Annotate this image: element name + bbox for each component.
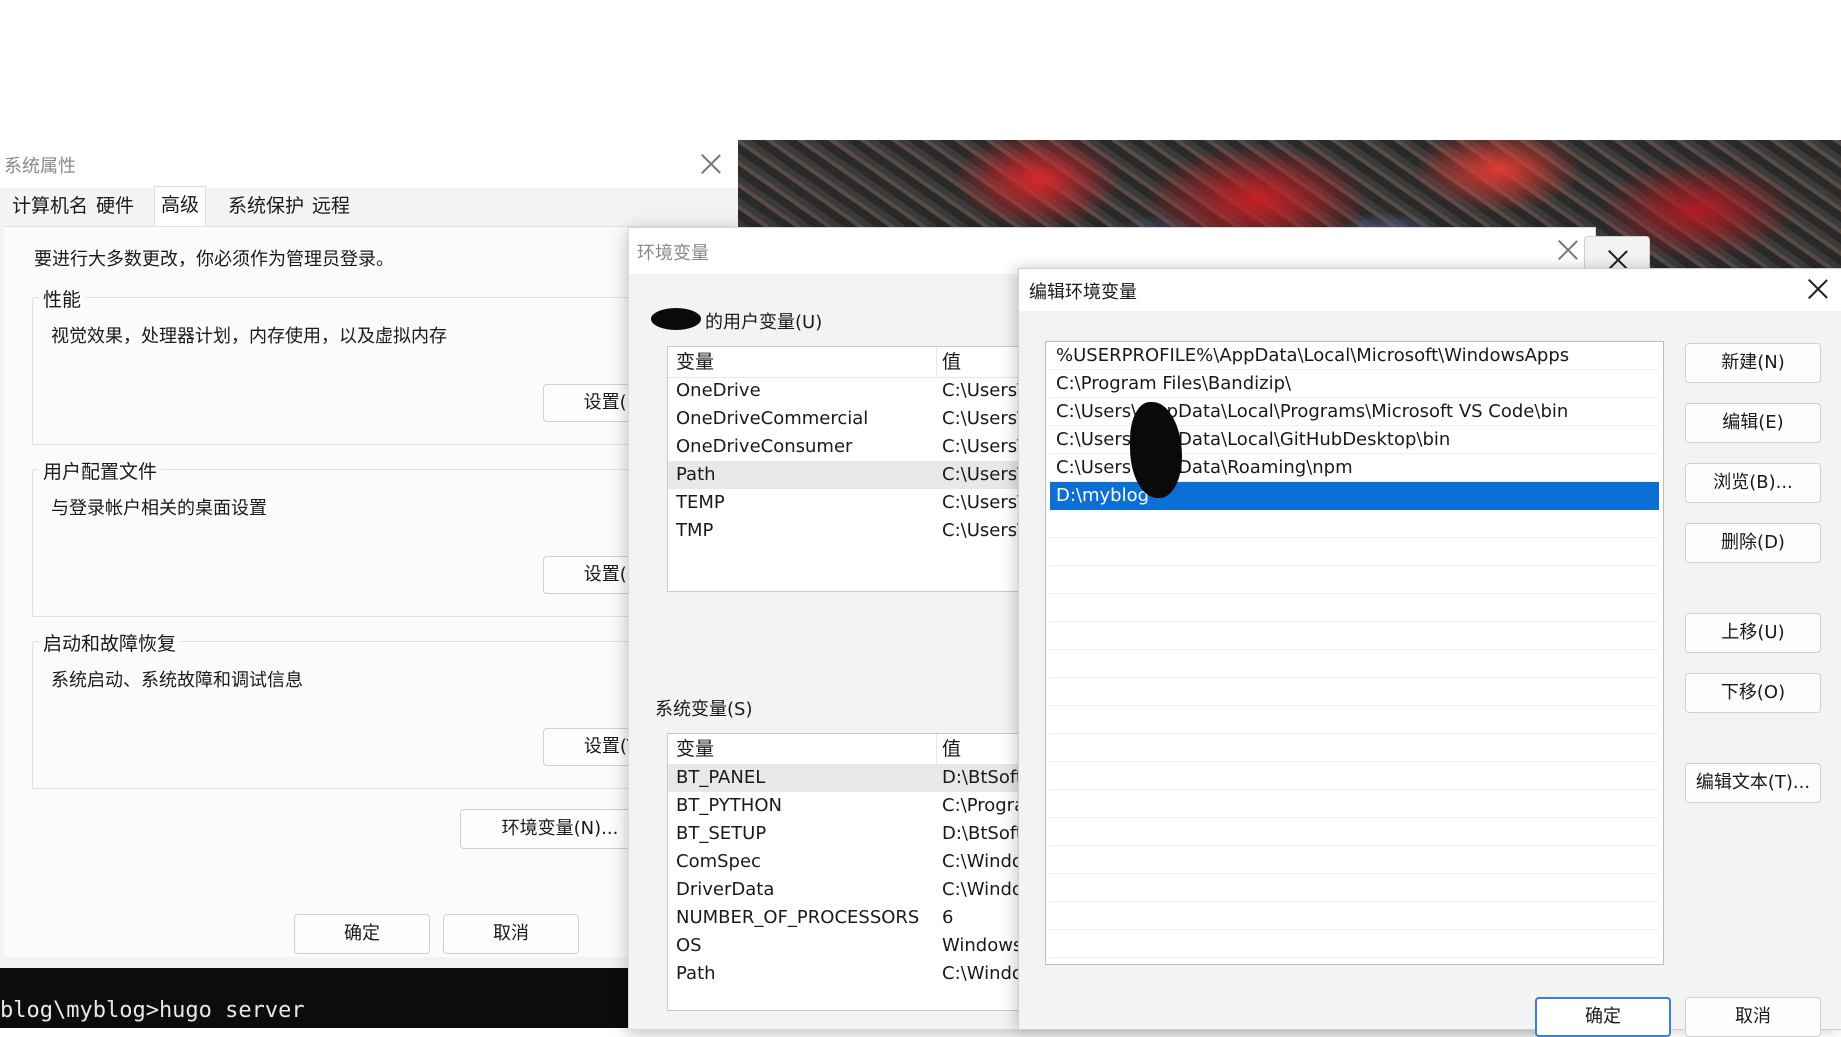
list-item[interactable]: C:\Program Files\Bandizip\ bbox=[1050, 370, 1659, 398]
tab-computer-name[interactable]: 计算机名 bbox=[6, 188, 94, 224]
column-value[interactable]: 值 bbox=[942, 734, 961, 764]
edit-text-button[interactable]: 编辑文本(T)... bbox=[1685, 763, 1821, 803]
browse-button[interactable]: 浏览(B)... bbox=[1685, 463, 1821, 503]
list-item[interactable]: OneDriveCommercial C:\Users\ bbox=[668, 405, 1048, 433]
list-item[interactable]: %USERPROFILE%\AppData\Local\Microsoft\Wi… bbox=[1050, 342, 1659, 370]
user-variables-label: 的用户变量(U) bbox=[705, 312, 823, 333]
list-item[interactable]: DriverData C:\Windo bbox=[668, 876, 1048, 904]
tab-system-protection[interactable]: 系统保护 bbox=[222, 188, 310, 224]
admin-note: 要进行大多数更改，你必须作为管理员登录。 bbox=[34, 249, 394, 270]
list-item[interactable]: TEMP C:\Users\ bbox=[668, 489, 1048, 517]
tab-strip: 计算机名 硬件 高级 系统保护 远程 bbox=[0, 186, 738, 227]
system-properties-titlebar: 系统属性 bbox=[0, 140, 738, 188]
startup-recovery-label: 启动和故障恢复 bbox=[39, 629, 181, 656]
list-item[interactable]: OneDriveConsumer C:\Users\ bbox=[668, 433, 1048, 461]
background-dialog-close-button[interactable] bbox=[1584, 236, 1650, 272]
move-up-button[interactable]: 上移(U) bbox=[1685, 613, 1821, 653]
close-icon[interactable] bbox=[1557, 239, 1579, 261]
system-variables-label: 系统变量(S) bbox=[655, 699, 753, 720]
close-icon[interactable] bbox=[700, 153, 722, 175]
user-profiles-label: 用户配置文件 bbox=[39, 457, 162, 484]
path-entries-list[interactable]: %USERPROFILE%\AppData\Local\Microsoft\Wi… bbox=[1045, 341, 1664, 965]
terminal-prompt: blog\myblog>hugo server bbox=[0, 998, 305, 1023]
list-item[interactable]: Path C:\Windo bbox=[668, 960, 1048, 988]
system-properties-title: 系统属性 bbox=[4, 156, 76, 177]
column-value[interactable]: 值 bbox=[942, 347, 961, 377]
cancel-button[interactable]: 取消 bbox=[443, 914, 579, 954]
list-header: 变量 值 bbox=[668, 347, 1048, 378]
edit-button[interactable]: 编辑(E) bbox=[1685, 403, 1821, 443]
ok-button[interactable]: 确定 bbox=[294, 914, 430, 954]
edit-env-title: 编辑环境变量 bbox=[1029, 282, 1137, 303]
list-item[interactable]: TMP C:\Users\ bbox=[668, 517, 1048, 545]
list-item[interactable]: BT_SETUP D:\BtSoft bbox=[668, 820, 1048, 848]
edit-env-titlebar: 编辑环境变量 bbox=[1019, 269, 1841, 311]
performance-desc: 视觉效果，处理器计划，内存使用，以及虚拟内存 bbox=[51, 326, 447, 347]
column-variable[interactable]: 变量 bbox=[676, 734, 714, 764]
ok-button[interactable]: 确定 bbox=[1535, 997, 1671, 1037]
system-variables-list[interactable]: 变量 值 BT_PANEL D:\BtSoft BT_PYTHON C:\Pro… bbox=[667, 733, 1049, 1011]
performance-label: 性能 bbox=[39, 285, 86, 312]
list-item[interactable]: OneDrive C:\Users\ bbox=[668, 377, 1048, 405]
new-button[interactable]: 新建(N) bbox=[1685, 343, 1821, 383]
list-item[interactable]: NUMBER_OF_PROCESSORS 6 bbox=[668, 904, 1048, 932]
move-down-button[interactable]: 下移(O) bbox=[1685, 673, 1821, 713]
list-item[interactable]: OS Windows bbox=[668, 932, 1048, 960]
startup-recovery-desc: 系统启动、系统故障和调试信息 bbox=[51, 670, 303, 691]
env-vars-title: 环境变量 bbox=[637, 243, 709, 264]
tab-hardware[interactable]: 硬件 bbox=[90, 188, 140, 224]
list-item[interactable]: BT_PYTHON C:\Progra bbox=[668, 792, 1048, 820]
advanced-tab-panel: 要进行大多数更改，你必须作为管理员登录。 性能 视觉效果，处理器计划，内存使用，… bbox=[4, 226, 734, 957]
tab-advanced[interactable]: 高级 bbox=[154, 186, 207, 227]
cancel-button[interactable]: 取消 bbox=[1685, 997, 1821, 1037]
list-item-selected[interactable]: BT_PANEL D:\BtSoft bbox=[668, 764, 1048, 792]
user-variables-list[interactable]: 变量 值 OneDrive C:\Users\ OneDriveCommerci… bbox=[667, 346, 1049, 592]
list-item[interactable]: ComSpec C:\Windo bbox=[668, 848, 1048, 876]
close-icon[interactable] bbox=[1807, 278, 1829, 300]
redacted-username bbox=[651, 308, 701, 330]
column-variable[interactable]: 变量 bbox=[676, 347, 714, 377]
list-header: 变量 值 bbox=[668, 734, 1048, 765]
user-profiles-desc: 与登录帐户相关的桌面设置 bbox=[51, 498, 267, 519]
delete-button[interactable]: 删除(D) bbox=[1685, 523, 1821, 563]
list-item-selected[interactable]: Path C:\Users\ bbox=[668, 461, 1048, 489]
tab-remote[interactable]: 远程 bbox=[306, 188, 356, 224]
edit-environment-variable-dialog: 编辑环境变量 %USERPROFILE%\AppData\Local\Micro… bbox=[1018, 268, 1841, 1037]
